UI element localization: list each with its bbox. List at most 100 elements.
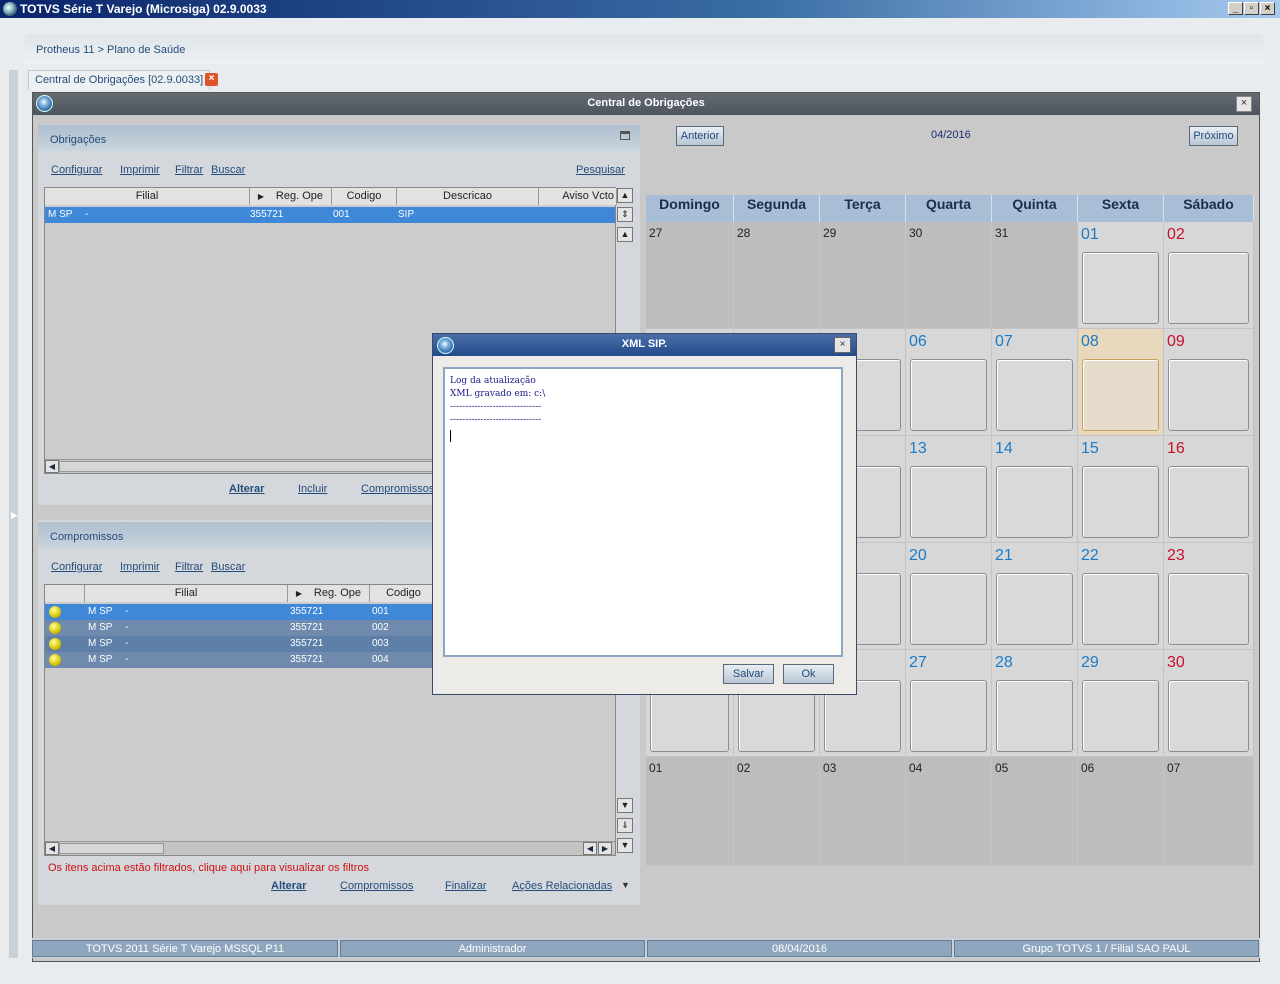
calendar-day[interactable]: 15 <box>1078 436 1164 543</box>
calendar-day[interactable]: 02 <box>734 757 820 866</box>
calendar-day[interactable]: 20 <box>906 543 992 650</box>
side-collapse-strip[interactable]: ▶ <box>9 70 18 958</box>
anterior-button[interactable]: Anterior <box>676 126 724 146</box>
calendar-day[interactable]: 03 <box>820 757 906 866</box>
col-descricao[interactable]: Descricao <box>397 188 539 205</box>
obrigacoes-buscar-link[interactable]: Buscar <box>211 164 245 176</box>
obrigacoes-compromissos-button[interactable]: Compromissos <box>361 483 434 495</box>
table-row[interactable]: M SP - 355721 001 SIP <box>45 207 615 223</box>
day-events-box[interactable] <box>996 466 1073 538</box>
calendar-day[interactable]: 07 <box>992 329 1078 436</box>
day-events-box[interactable] <box>1168 359 1249 431</box>
calendar-day[interactable]: 21 <box>992 543 1078 650</box>
calendar-day[interactable]: 07 <box>1164 757 1254 866</box>
calendar-day[interactable]: 29 <box>820 222 906 329</box>
day-events-box[interactable] <box>910 359 987 431</box>
compromissos-alterar-button[interactable]: Alterar <box>271 880 306 892</box>
obrigacoes-incluir-button[interactable]: Incluir <box>298 483 327 495</box>
compromissos-buscar-link[interactable]: Buscar <box>211 561 245 573</box>
acoes-relacionadas-button[interactable]: Ações Relacionadas <box>512 880 612 892</box>
calendar-day[interactable]: 28 <box>734 222 820 329</box>
calendar-day[interactable]: 01 <box>1078 222 1164 329</box>
day-events-box[interactable] <box>1168 573 1249 645</box>
scroll-thumb[interactable] <box>59 843 164 854</box>
day-events-box[interactable] <box>910 466 987 538</box>
obrigacoes-imprimir-link[interactable]: Imprimir <box>120 164 160 176</box>
day-events-box[interactable] <box>910 680 987 752</box>
col-codigo[interactable]: Codigo <box>332 188 397 205</box>
calendar-day[interactable]: 27 <box>646 222 734 329</box>
calendar-day[interactable]: 28 <box>992 650 1078 757</box>
calendar-day[interactable]: 27 <box>906 650 992 757</box>
calendar-day[interactable]: 08 <box>1078 329 1164 436</box>
day-events-box[interactable] <box>1082 680 1159 752</box>
calendar-day[interactable]: 29 <box>1078 650 1164 757</box>
horizontal-scrollbar[interactable]: ◀ ◀ ▶ <box>45 841 615 855</box>
calendar-day[interactable]: 22 <box>1078 543 1164 650</box>
day-events-box[interactable] <box>910 573 987 645</box>
calendar-day[interactable]: 30 <box>906 222 992 329</box>
log-textarea[interactable]: Log da atualização XML gravado em: c:\ -… <box>443 367 843 657</box>
minimize-button[interactable]: _ <box>1228 2 1243 15</box>
breadcrumb[interactable]: Protheus 11 > Plano de Saúde <box>36 44 185 56</box>
day-events-box[interactable] <box>996 573 1073 645</box>
calendar-day[interactable]: 06 <box>1078 757 1164 866</box>
dialog-close-button[interactable]: × <box>834 337 851 353</box>
scroll-page-down-icon[interactable]: ⇓ <box>617 818 633 833</box>
calendar-day[interactable]: 31 <box>992 222 1078 329</box>
calendar-day[interactable]: 04 <box>906 757 992 866</box>
obrigacoes-alterar-button[interactable]: Alterar <box>229 483 264 495</box>
scroll-bottom-icon[interactable]: ▼ <box>617 838 633 853</box>
col-filial[interactable]: Filial <box>45 188 250 205</box>
scroll-left-icon[interactable]: ◀ <box>45 460 59 473</box>
obrigacoes-filtrar-link[interactable]: Filtrar <box>175 164 203 176</box>
scroll-up-icon[interactable]: ▲ <box>617 227 633 242</box>
compromissos-imprimir-link[interactable]: Imprimir <box>120 561 160 573</box>
obrigacoes-pesquisar-link[interactable]: Pesquisar <box>576 164 625 176</box>
filter-notice-link[interactable]: Os itens acima estão filtrados, clique a… <box>48 862 369 874</box>
day-events-box[interactable] <box>1168 680 1249 752</box>
scroll-left-icon[interactable]: ◀ <box>45 842 59 855</box>
close-button[interactable]: × <box>1260 2 1275 15</box>
expand-arrow-icon[interactable]: ▶ <box>11 510 18 521</box>
calendar-day[interactable]: 05 <box>992 757 1078 866</box>
scroll-thumb[interactable] <box>59 461 479 472</box>
dropdown-arrow-icon[interactable]: ▼ <box>621 880 630 890</box>
scroll-top-icon[interactable]: ▲ <box>617 188 633 203</box>
calendar-day[interactable]: 02 <box>1164 222 1254 329</box>
scroll-right-icon[interactable]: ▶ <box>598 842 612 855</box>
day-events-box[interactable] <box>1168 252 1249 324</box>
compromissos-finalizar-button[interactable]: Finalizar <box>445 880 487 892</box>
compromissos-configurar-link[interactable]: Configurar <box>51 561 102 573</box>
scroll-left-icon[interactable]: ◀ <box>583 842 597 855</box>
calendar-day[interactable]: 13 <box>906 436 992 543</box>
scroll-page-icon[interactable]: ⇕ <box>617 207 633 222</box>
main-window-close-button[interactable]: × <box>1236 96 1252 112</box>
calendar-day[interactable]: 23 <box>1164 543 1254 650</box>
calendar-day[interactable]: 16 <box>1164 436 1254 543</box>
calendar-day[interactable]: 01 <box>646 757 734 866</box>
calendar-day[interactable]: 14 <box>992 436 1078 543</box>
day-events-box[interactable] <box>1082 359 1159 431</box>
compromissos-filtrar-link[interactable]: Filtrar <box>175 561 203 573</box>
calendar-day[interactable]: 06 <box>906 329 992 436</box>
calendar-day[interactable]: 30 <box>1164 650 1254 757</box>
obrigacoes-configurar-link[interactable]: Configurar <box>51 164 102 176</box>
day-events-box[interactable] <box>996 359 1073 431</box>
restore-button[interactable]: ▫ <box>1244 2 1259 15</box>
tab-close-icon[interactable]: × <box>205 73 218 86</box>
day-events-box[interactable] <box>1168 466 1249 538</box>
scroll-down-icon[interactable]: ▼ <box>617 798 633 813</box>
day-events-box[interactable] <box>1082 252 1159 324</box>
ok-button[interactable]: Ok <box>783 664 834 684</box>
col-aviso-vcto[interactable]: Aviso Vcto <box>539 188 617 205</box>
day-events-box[interactable] <box>1082 573 1159 645</box>
col-filial[interactable]: Filial <box>85 585 288 602</box>
salvar-button[interactable]: Salvar <box>723 664 774 684</box>
col-codigo[interactable]: Codigo <box>370 585 438 602</box>
day-events-box[interactable] <box>996 680 1073 752</box>
tab-central-obrigacoes[interactable]: Central de Obrigações [02.9.0033] <box>28 70 211 90</box>
compromissos-compromissos-button[interactable]: Compromissos <box>340 880 413 892</box>
day-events-box[interactable] <box>1082 466 1159 538</box>
minimize-panel-icon[interactable] <box>620 131 630 140</box>
